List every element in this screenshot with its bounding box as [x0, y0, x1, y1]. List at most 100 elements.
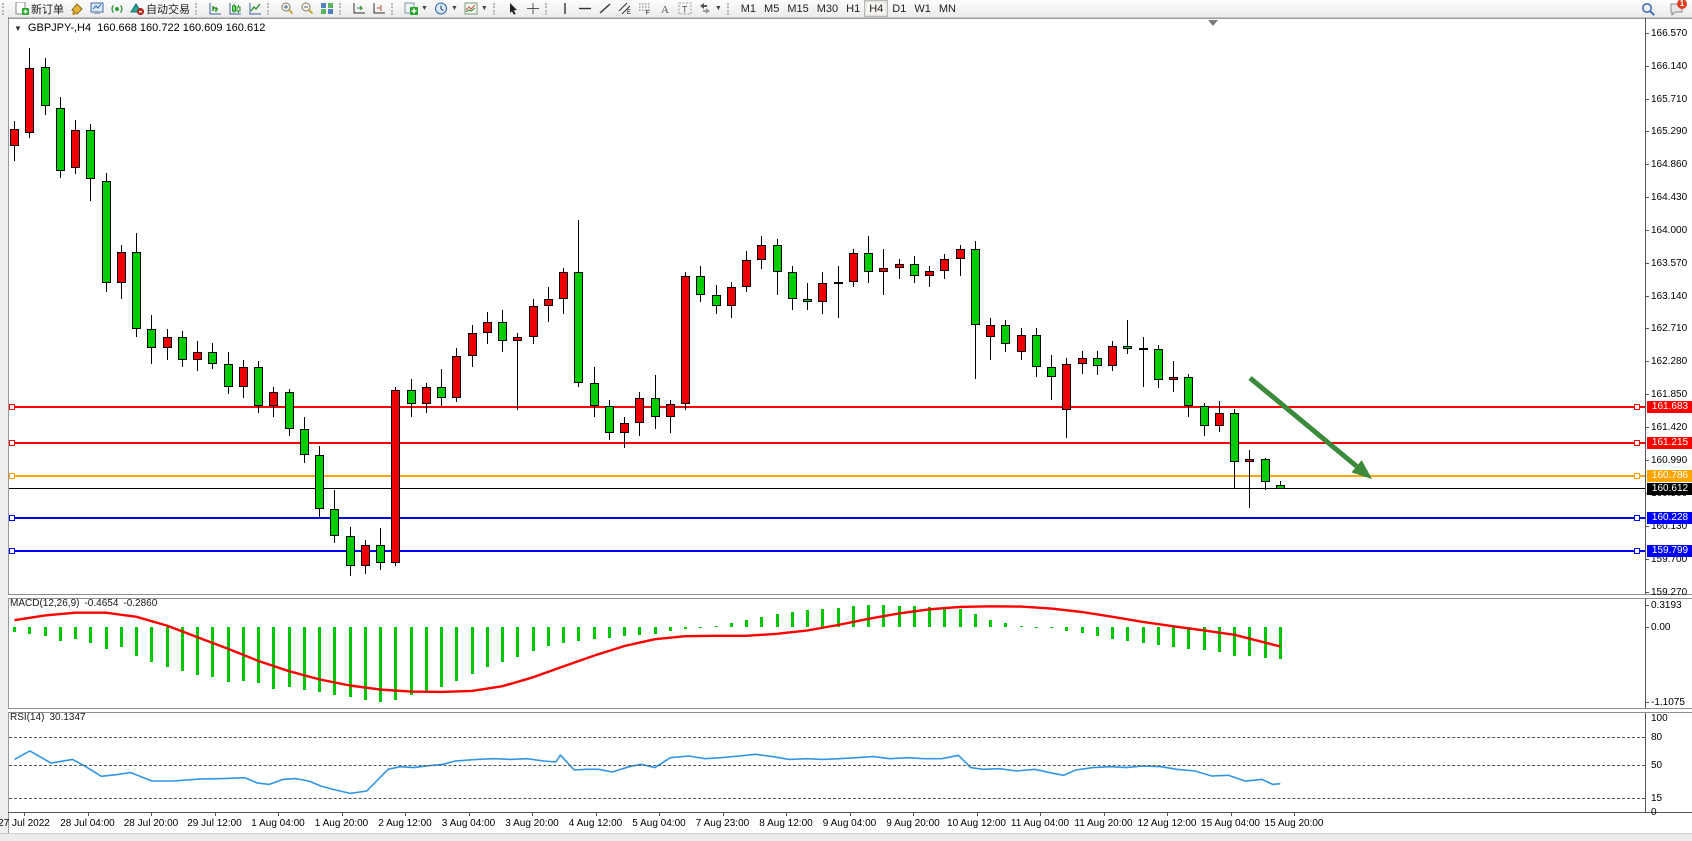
price-tick	[1645, 559, 1649, 560]
macd-histogram-bar	[1142, 627, 1145, 643]
candle-up	[544, 299, 553, 307]
trend-arrow-line[interactable]	[1250, 378, 1357, 466]
macd-histogram-bar	[1050, 627, 1053, 628]
price-tick-label: 160.990	[1651, 455, 1687, 466]
horizontal-line-160.228[interactable]	[9, 517, 1645, 519]
time-tick	[1231, 812, 1232, 816]
candle-up	[1062, 364, 1071, 409]
time-tick	[1167, 812, 1168, 816]
time-tick	[1104, 812, 1105, 816]
macd-histogram-bar	[547, 627, 550, 646]
candle-down	[1276, 485, 1285, 489]
price-tick	[1645, 592, 1649, 593]
candle-down	[1200, 406, 1209, 426]
macd-histogram-bar	[791, 612, 794, 627]
macd-histogram-bar	[699, 627, 702, 628]
horizontal-line-159.799[interactable]	[9, 550, 1645, 552]
macd-histogram-bar	[333, 627, 336, 695]
line-handle[interactable]	[9, 473, 15, 479]
price-tick-label: 163.140	[1651, 291, 1687, 302]
time-tick	[596, 812, 597, 816]
candle-up	[940, 259, 949, 271]
time-label: 1 Aug 04:00	[251, 818, 304, 829]
macd-histogram-bar	[974, 614, 977, 627]
candle-up	[513, 337, 522, 341]
horizontal-line-161.683[interactable]	[9, 406, 1645, 408]
line-handle[interactable]	[9, 515, 15, 521]
macd-histogram-bar	[837, 608, 840, 627]
candle-down	[315, 455, 324, 509]
price-tick	[1645, 66, 1649, 67]
candle-down	[498, 322, 507, 341]
horizontal-line-160.612[interactable]	[9, 488, 1645, 489]
time-label: 28 Jul 04:00	[60, 818, 115, 829]
macd-histogram-bar	[1218, 627, 1221, 652]
candle-down	[330, 509, 339, 536]
macd-histogram-bar	[1279, 627, 1282, 659]
horizontal-line-161.215[interactable]	[9, 442, 1645, 444]
macd-histogram-bar	[349, 627, 352, 697]
candle-down	[147, 329, 156, 348]
candle-up	[742, 260, 751, 287]
candle-wick	[807, 283, 808, 310]
price-tick	[1645, 328, 1649, 329]
time-label: 28 Jul 20:00	[124, 818, 179, 829]
line-handle[interactable]	[9, 548, 15, 554]
macd-histogram-bar	[288, 627, 291, 687]
macd-tick	[1645, 627, 1649, 628]
candle-down	[910, 264, 919, 275]
macd-histogram-bar	[1172, 627, 1175, 647]
price-tick	[1645, 230, 1649, 231]
candle-up	[727, 287, 736, 306]
line-handle[interactable]	[1634, 515, 1640, 521]
macd-histogram-bar	[608, 627, 611, 638]
time-tick	[850, 812, 851, 816]
line-handle[interactable]	[1634, 404, 1640, 410]
macd-histogram-bar	[1096, 627, 1099, 636]
horizontal-line-160.786[interactable]	[9, 475, 1645, 477]
macd-histogram-bar	[989, 620, 992, 627]
macd-histogram-bar	[638, 627, 641, 635]
macd-histogram-bar	[577, 627, 580, 641]
macd-histogram-bar	[1248, 627, 1251, 656]
line-handle[interactable]	[1634, 440, 1640, 446]
rsi-level-80	[9, 737, 1645, 738]
line-handle[interactable]	[9, 404, 15, 410]
rsi-level-label: 50	[1651, 760, 1662, 771]
time-label: 10 Aug 12:00	[947, 818, 1006, 829]
candle-down	[346, 536, 355, 567]
price-line-badge: 161.683	[1647, 401, 1692, 413]
candle-up	[1245, 459, 1254, 461]
macd-histogram-bar	[455, 627, 458, 681]
rsi-level-50	[9, 765, 1645, 766]
macd-histogram-bar	[1004, 623, 1007, 627]
macd-histogram-bar	[745, 620, 748, 627]
candle-down	[56, 108, 65, 171]
macd-histogram-bar	[669, 627, 672, 631]
candle-up	[635, 398, 644, 422]
candle-down	[1001, 325, 1010, 344]
candle-down	[178, 337, 187, 360]
macd-histogram-bar	[364, 627, 367, 700]
candle-down	[971, 249, 980, 326]
price-tick	[1645, 33, 1649, 34]
line-handle[interactable]	[1634, 473, 1640, 479]
candle-down	[1261, 459, 1270, 482]
chart-plot-area[interactable]: 166.570166.140165.710165.290164.860164.4…	[0, 0, 1692, 841]
candle-up	[468, 333, 477, 356]
candle-down	[41, 67, 50, 107]
price-tick-label: 165.290	[1651, 126, 1687, 137]
candle-wick	[883, 249, 884, 295]
macd-histogram-bar	[257, 627, 260, 683]
candle-up	[559, 272, 568, 299]
time-label: 9 Aug 20:00	[886, 818, 939, 829]
macd-tick	[1645, 702, 1649, 703]
candle-down	[803, 299, 812, 303]
line-handle[interactable]	[9, 440, 15, 446]
candle-up	[956, 249, 965, 259]
line-handle[interactable]	[1634, 548, 1640, 554]
candle-down	[285, 392, 294, 429]
price-tick	[1645, 361, 1649, 362]
candle-down	[1047, 367, 1056, 376]
macd-histogram-bar	[120, 627, 123, 647]
